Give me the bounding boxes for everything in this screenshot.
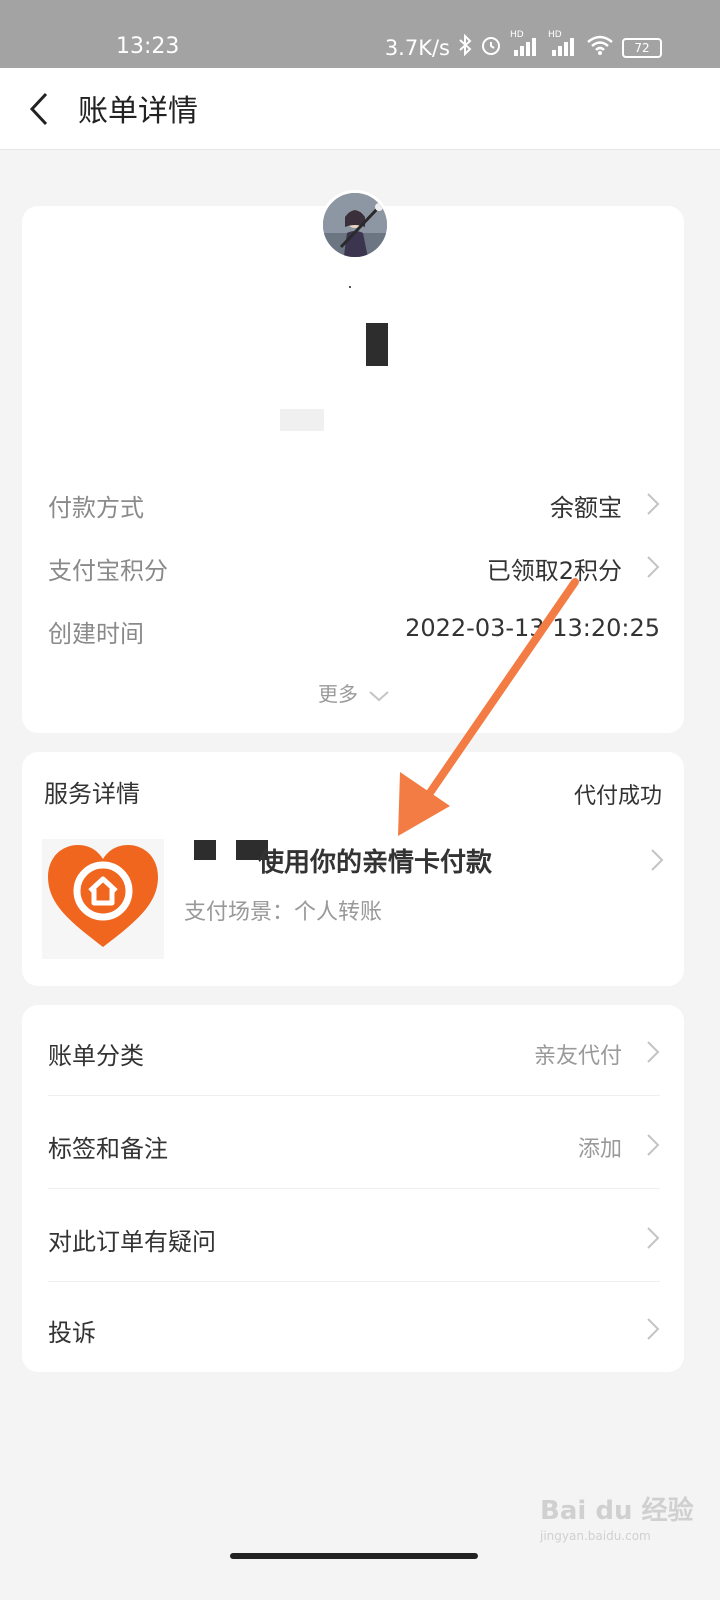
- signal-icon-1: HD: [510, 30, 540, 59]
- row-label: 投诉: [48, 1319, 96, 1347]
- redacted-nickname: [349, 286, 351, 288]
- wifi-icon: [586, 34, 614, 61]
- row-value: 亲友代付: [533, 1044, 622, 1069]
- service-name[interactable]: 使用你的亲情卡付款: [258, 842, 492, 879]
- home-indicator[interactable]: [230, 1553, 478, 1559]
- status-bar: 13:23 3.7K/s HD HD 72: [0, 0, 720, 68]
- more-button[interactable]: 更多: [318, 678, 390, 707]
- watermark-logo: Bai du 经验: [540, 1496, 694, 1526]
- row-label: 创建时间: [48, 620, 144, 648]
- chevron-right-icon: [647, 1134, 660, 1156]
- status-time: 13:23: [116, 34, 180, 59]
- row-value: 余额宝: [550, 494, 622, 522]
- service-details-title: 服务详情: [44, 780, 140, 808]
- back-arrow-icon: [29, 92, 48, 126]
- redacted-name: [194, 840, 216, 860]
- bill-summary-card: [22, 206, 684, 733]
- back-button[interactable]: [22, 86, 58, 132]
- payment-method-row[interactable]: 付款方式 余额宝: [48, 484, 660, 524]
- complaint-row[interactable]: 投诉: [48, 1283, 660, 1373]
- order-question-row[interactable]: 对此订单有疑问: [48, 1192, 660, 1282]
- row-label: 对此订单有疑问: [48, 1228, 216, 1256]
- status-icons: 3.7K/s HD HD 72: [384, 30, 662, 61]
- more-label: 更多: [318, 682, 358, 706]
- watermark-url: jingyan.baidu.com: [540, 1529, 651, 1543]
- chevron-down-icon: [369, 690, 390, 701]
- service-status: 代付成功: [573, 784, 662, 809]
- page-title: 账单详情: [78, 94, 198, 129]
- battery-icon: 72: [622, 37, 662, 58]
- row-value: 2022-03-13 13:20:25: [405, 614, 660, 642]
- row-label: 账单分类: [48, 1042, 144, 1070]
- signal-icon-2: HD: [548, 30, 578, 59]
- redacted-amount: [366, 323, 388, 366]
- baidu-watermark: Bai du 经验 jingyan.baidu.com: [540, 1490, 694, 1543]
- created-time-row: 创建时间 2022-03-13 13:20:25: [48, 610, 660, 650]
- top-nav-bar: 账单详情: [0, 68, 720, 150]
- row-label: 标签和备注: [48, 1135, 168, 1163]
- hd-label: HD: [510, 30, 524, 40]
- family-card-heart-icon: [48, 845, 158, 947]
- redacted-status: [280, 409, 324, 431]
- alipay-points-row[interactable]: 支付宝积分 已领取2积分: [48, 547, 660, 587]
- net-speed: 3.7K/s: [384, 35, 450, 60]
- service-scene: 支付场景：个人转账: [184, 900, 383, 925]
- row-value: 添加: [577, 1137, 622, 1162]
- chevron-right-icon[interactable]: [650, 848, 664, 872]
- chevron-right-icon: [647, 493, 660, 515]
- bluetooth-icon: [458, 33, 472, 61]
- chevron-right-icon: [647, 1041, 660, 1063]
- avatar[interactable]: [320, 190, 390, 260]
- row-label: 付款方式: [48, 494, 144, 522]
- chevron-right-icon: [647, 1227, 660, 1249]
- hd-label: HD: [548, 30, 562, 40]
- bill-category-row[interactable]: 账单分类 亲友代付: [48, 1006, 660, 1096]
- tags-notes-row[interactable]: 标签和备注 添加: [48, 1099, 660, 1189]
- row-label: 支付宝积分: [48, 557, 168, 585]
- chevron-right-icon: [647, 1318, 660, 1340]
- chevron-right-icon: [647, 556, 660, 578]
- family-card-logo[interactable]: [42, 839, 164, 959]
- alarm-icon: [480, 34, 502, 61]
- row-value: 已领取2积分: [486, 557, 622, 585]
